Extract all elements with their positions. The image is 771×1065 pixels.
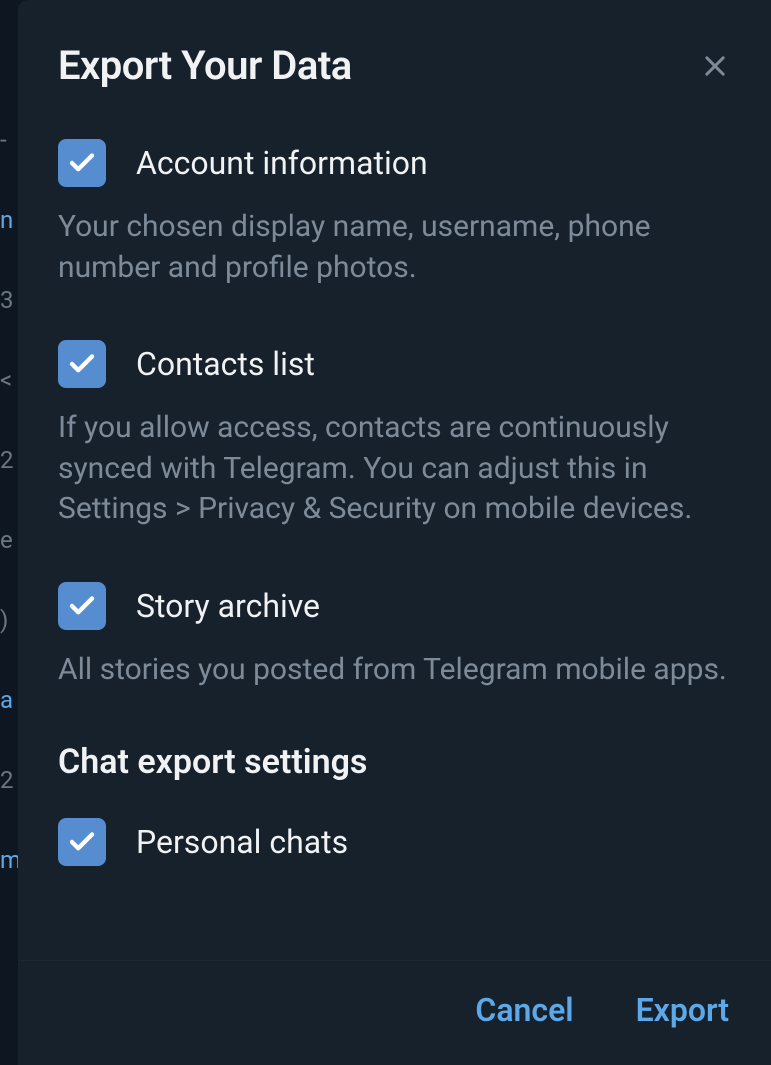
export-button[interactable]: Export bbox=[636, 991, 729, 1029]
check-icon bbox=[67, 591, 97, 621]
option-label: Story archive bbox=[136, 587, 320, 625]
check-icon bbox=[67, 349, 97, 379]
checkbox-personal-chats[interactable] bbox=[58, 818, 106, 866]
option-label: Account information bbox=[136, 144, 428, 182]
check-icon bbox=[67, 827, 97, 857]
option-description: All stories you posted from Telegram mob… bbox=[58, 650, 731, 691]
close-button[interactable] bbox=[697, 48, 733, 84]
option-story-archive[interactable]: Story archive bbox=[58, 582, 731, 630]
close-icon bbox=[701, 52, 729, 80]
cancel-button[interactable]: Cancel bbox=[475, 991, 573, 1029]
option-personal-chats[interactable]: Personal chats bbox=[58, 818, 731, 866]
section-heading-chat-export: Chat export settings bbox=[58, 742, 731, 782]
option-description: Your chosen display name, username, phon… bbox=[58, 207, 731, 288]
modal-content: Account information Your chosen display … bbox=[18, 99, 771, 960]
option-label: Personal chats bbox=[136, 823, 348, 861]
option-account-information[interactable]: Account information bbox=[58, 139, 731, 187]
checkbox-account-information[interactable] bbox=[58, 139, 106, 187]
modal-header: Export Your Data bbox=[18, 0, 771, 99]
option-label: Contacts list bbox=[136, 345, 315, 383]
export-data-modal: Export Your Data Account information You… bbox=[18, 0, 771, 1065]
modal-footer: Cancel Export bbox=[18, 960, 771, 1065]
modal-title: Export Your Data bbox=[58, 42, 352, 89]
option-description: If you allow access, contacts are contin… bbox=[58, 408, 731, 530]
check-icon bbox=[67, 148, 97, 178]
option-contacts-list[interactable]: Contacts list bbox=[58, 340, 731, 388]
checkbox-story-archive[interactable] bbox=[58, 582, 106, 630]
checkbox-contacts-list[interactable] bbox=[58, 340, 106, 388]
